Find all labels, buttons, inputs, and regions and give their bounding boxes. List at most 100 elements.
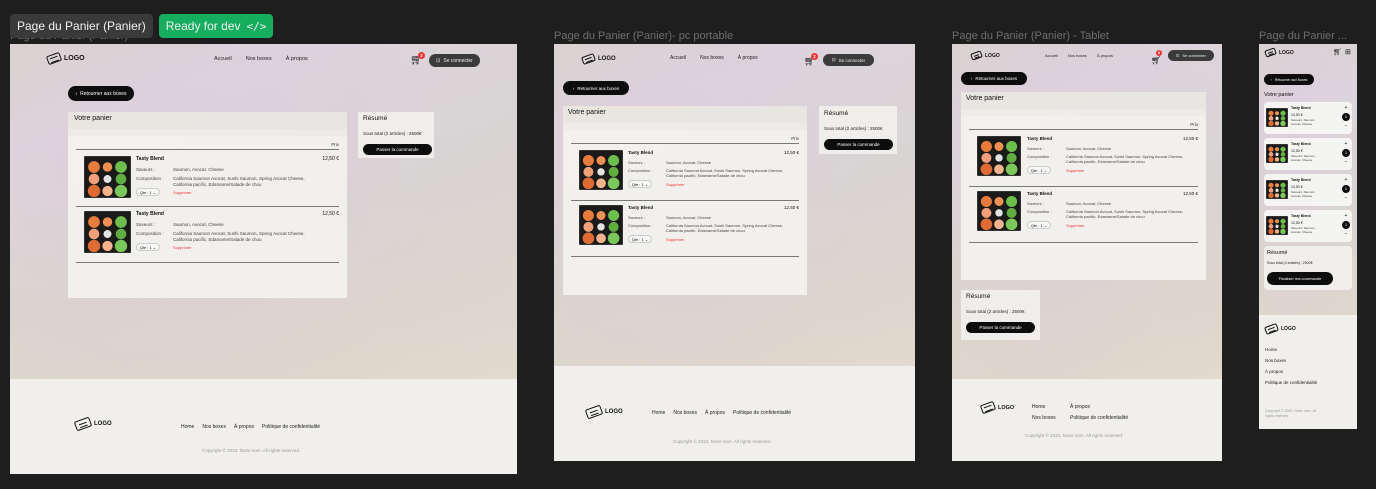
item-name: Tasty Blend [1027,191,1053,196]
nav-a-propos[interactable]: À propos [1097,53,1113,58]
login-button[interactable]: ⊡ Se connecter [823,54,874,66]
cart-items-box: Prix Tasty Blend 12,50 € Saveurs : Saumo… [961,116,1206,280]
footer-logo[interactable]: LOGO [73,416,112,432]
remove-link[interactable]: Supprimer [173,190,191,195]
item-name: Tasty Blend [1027,136,1053,141]
frame-name-text: Page du Panier (Panier) [17,19,146,33]
footer: LOGO Home Nos boxes À propos Politique d… [10,379,517,474]
footer-link-home[interactable]: Home [1265,347,1325,352]
footer-logo[interactable]: LOGO [1264,323,1296,335]
menu-grid-icon[interactable]: ⊞ [1345,48,1351,56]
minus-icon[interactable]: − [1345,231,1348,237]
checkout-button[interactable]: Passer la commande [824,139,893,150]
quantity-select[interactable]: Qte : 1 ⌄ [1027,166,1051,174]
remove-link[interactable]: Supprimer [1066,168,1084,173]
logo[interactable]: LOGO [970,50,1000,61]
nav-accueil[interactable]: Accueil [670,55,686,61]
logo-icon [73,416,93,432]
quantity-stepper[interactable]: + 1 − [1342,141,1350,165]
quantity-select[interactable]: Qte : 1 ⌄ [628,235,652,243]
frame-label-phone[interactable]: Page du Panier ... [1259,30,1359,42]
checkout-button[interactable]: Passer la commande [966,322,1035,333]
subtotal-text: Sous total (2 articles) : 2500€ [363,131,422,136]
item-price: 12,50 € [322,156,339,162]
remove-link[interactable]: Supprimer [173,245,191,250]
nav-accueil[interactable]: Accueil [1045,53,1058,58]
footer-link-boxes[interactable]: Nos boxes [1032,415,1070,421]
plus-icon[interactable]: + [1345,213,1348,219]
saveurs-value: Saveurs: Saumon, Avocat, Cheese [1291,226,1316,234]
footer-link-about[interactable]: À propos [1265,369,1325,374]
plus-icon[interactable]: + [1345,105,1348,111]
login-button[interactable]: ⊡ Se connecter [429,54,480,67]
footer-link-privacy[interactable]: Politique de confidentialité [1070,415,1150,421]
ready-for-dev-badge[interactable]: Ready for dev </> [158,14,274,38]
chevron-down-icon: ⌄ [643,181,649,187]
quantity-select[interactable]: Qte : 1 ⌄ [1027,221,1051,229]
footer-link-boxes[interactable]: Nos boxes [673,410,697,416]
cart-button[interactable]: 🛒︎ [1333,48,1342,56]
qty-text: Qte : 1 [631,236,644,242]
divider [76,262,339,263]
minus-icon[interactable]: − [1345,123,1348,129]
nav-nos-boxes[interactable]: Nos boxes [1068,53,1087,58]
minus-icon[interactable]: − [1345,195,1348,201]
login-button[interactable]: ⊡ Se connecter [1168,50,1214,61]
frame-label-tablet[interactable]: Page du Panier (Panier) - Tablet [952,30,1109,42]
quantity-select[interactable]: Qte : 1 ⌄ [136,243,160,251]
remove-link[interactable]: Supprimer [1066,223,1084,228]
main-nav: Accueil Nos boxes À propos [1045,53,1113,58]
back-to-boxes-button[interactable]: ‹ Retourner aux boxes [563,81,629,95]
plus-icon[interactable]: + [1345,141,1348,147]
quantity-stepper[interactable]: + 1 − [1342,177,1350,201]
footer-link-privacy[interactable]: Politique de confidentialité [733,410,791,416]
plus-icon[interactable]: + [1345,177,1348,183]
chevron-down-icon: ⌄ [151,244,157,250]
quantity-stepper[interactable]: + 1 − [1342,213,1350,237]
footer-link-about[interactable]: À propos [1070,404,1150,410]
nav-nos-boxes[interactable]: Nos boxes [246,56,272,62]
minus-icon[interactable]: − [1345,159,1348,165]
back-to-boxes-button[interactable]: ‹ Retourner aux boxes [1264,74,1314,85]
saveurs-value: Saumon, Avocat, Cheese [666,215,712,220]
quantity-select[interactable]: Qte : 1 ⌄ [136,188,160,196]
nav-nos-boxes[interactable]: Nos boxes [700,55,724,61]
checkout-button[interactable]: Passer la commande [363,144,432,155]
logo-text: LOGO [598,56,616,62]
footer-logo[interactable]: LOGO [584,404,623,420]
logo[interactable]: LOGO [45,51,85,66]
back-to-boxes-button[interactable]: ‹ Retourner aux boxes [68,86,134,101]
footer-link-home[interactable]: Home [652,410,665,416]
footer-link-privacy[interactable]: Politique de confidentialité [1265,380,1325,385]
nav-a-propos[interactable]: À propos [286,56,308,62]
subtotal-text: Sous total (2 articles) : 2500€ [824,126,883,131]
footer-link-home[interactable]: Home [1032,404,1070,410]
frame-name-badge[interactable]: Page du Panier (Panier) [10,14,153,38]
remove-link[interactable]: Supprimer [666,182,684,187]
logo-text: LOGO [998,404,1015,411]
copyright: Copyright © 2023. Notre nom. All rights … [1025,433,1124,438]
footer-link-about[interactable]: À propos [234,424,254,430]
footer-link-about[interactable]: À propos [705,410,725,416]
cart-button[interactable]: 🛒︎ 2 [1151,50,1162,65]
remove-link[interactable]: Supprimer [666,237,684,242]
nav-accueil[interactable]: Accueil [214,56,232,62]
frame-label-laptop[interactable]: Page du Panier (Panier)- pc portable [554,30,733,42]
footer-link-privacy[interactable]: Politique de confidentialité [262,424,320,430]
quantity-select[interactable]: Qte : 1 ⌄ [628,180,652,188]
cart-button[interactable]: 🛒︎ 2 [804,53,818,67]
checkout-button[interactable]: Finaliser ma commande [1267,272,1333,285]
footer-link-boxes[interactable]: Nos boxes [202,424,226,430]
saveurs-label: Saveurs : [136,222,156,227]
quantity-stepper[interactable]: + 1 − [1342,105,1350,129]
footer-logo[interactable]: LOGO [979,400,1015,415]
footer-link-home[interactable]: Home [181,424,194,430]
logo[interactable]: LOGO [1264,47,1294,58]
item-image [84,156,131,198]
nav-a-propos[interactable]: À propos [738,55,758,61]
back-to-boxes-button[interactable]: ‹ Retourner aux boxes [961,72,1027,85]
composition-label: Composition : [1027,154,1052,159]
logo[interactable]: LOGO [581,53,616,65]
cart-button[interactable]: 🛒︎ 2 [410,52,425,66]
footer-link-boxes[interactable]: Nos boxes [1265,358,1325,363]
